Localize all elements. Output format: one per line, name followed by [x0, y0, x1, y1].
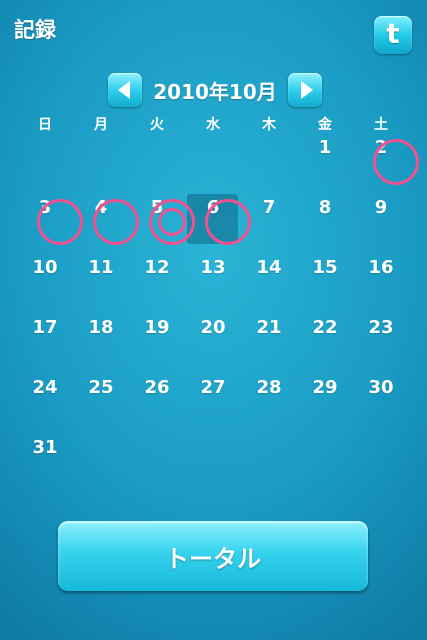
weekday-thu: 木 — [262, 117, 276, 133]
calendar-day[interactable]: 14 — [241, 248, 297, 288]
calendar-day[interactable]: 26 — [129, 368, 185, 408]
calendar-day[interactable]: 4 — [73, 188, 129, 228]
calendar-day[interactable]: 15 — [297, 248, 353, 288]
arrow-right-icon — [300, 81, 313, 99]
calendar-day[interactable]: 21 — [241, 308, 297, 348]
calendar-day[interactable]: 11 — [73, 248, 129, 288]
calendar-day[interactable]: 10 — [17, 248, 73, 288]
month-label: 2010年10月 — [153, 79, 277, 104]
t-share-icon: t — [386, 17, 400, 50]
calendar-day[interactable]: 19 — [129, 308, 185, 348]
calendar-day[interactable]: 22 — [297, 308, 353, 348]
share-button[interactable]: t — [374, 16, 412, 54]
weekday-wed: 水 — [206, 117, 220, 133]
month-navigator: 2010年10月 — [108, 70, 322, 110]
calendar-day[interactable]: 28 — [241, 368, 297, 408]
calendar-day[interactable]: 27 — [185, 368, 241, 408]
page-title: 記録 — [14, 18, 56, 42]
calendar-day[interactable]: 1 — [297, 128, 353, 168]
calendar-day[interactable]: 13 — [185, 248, 241, 288]
calendar-day[interactable]: 3 — [17, 188, 73, 228]
next-month-button[interactable] — [288, 73, 322, 107]
weekday-sun: 日 — [38, 117, 52, 133]
calendar-day[interactable]: 7 — [241, 188, 297, 228]
total-button[interactable]: トータル — [58, 521, 368, 591]
calendar-day[interactable]: 18 — [73, 308, 129, 348]
calendar-day[interactable]: 2 — [353, 128, 409, 168]
calendar-day[interactable]: 5 — [129, 188, 185, 228]
calendar-day[interactable]: 20 — [185, 308, 241, 348]
calendar-day[interactable]: 30 — [353, 368, 409, 408]
calendar-day[interactable]: 29 — [297, 368, 353, 408]
arrow-left-icon — [117, 81, 130, 99]
calendar-day[interactable]: 9 — [353, 188, 409, 228]
calendar-day[interactable]: 12 — [129, 248, 185, 288]
calendar-day[interactable]: 31 — [17, 428, 73, 468]
weekday-mon: 月 — [94, 117, 108, 133]
calendar-day[interactable]: 24 — [17, 368, 73, 408]
calendar-day[interactable]: 8 — [297, 188, 353, 228]
weekday-tue: 火 — [150, 117, 164, 133]
calendar-day[interactable]: 16 — [353, 248, 409, 288]
prev-month-button[interactable] — [108, 73, 142, 107]
calendar-day[interactable]: 6 — [185, 188, 241, 228]
calendar-day[interactable]: 17 — [17, 308, 73, 348]
calendar-day[interactable]: 23 — [353, 308, 409, 348]
calendar-day[interactable]: 25 — [73, 368, 129, 408]
